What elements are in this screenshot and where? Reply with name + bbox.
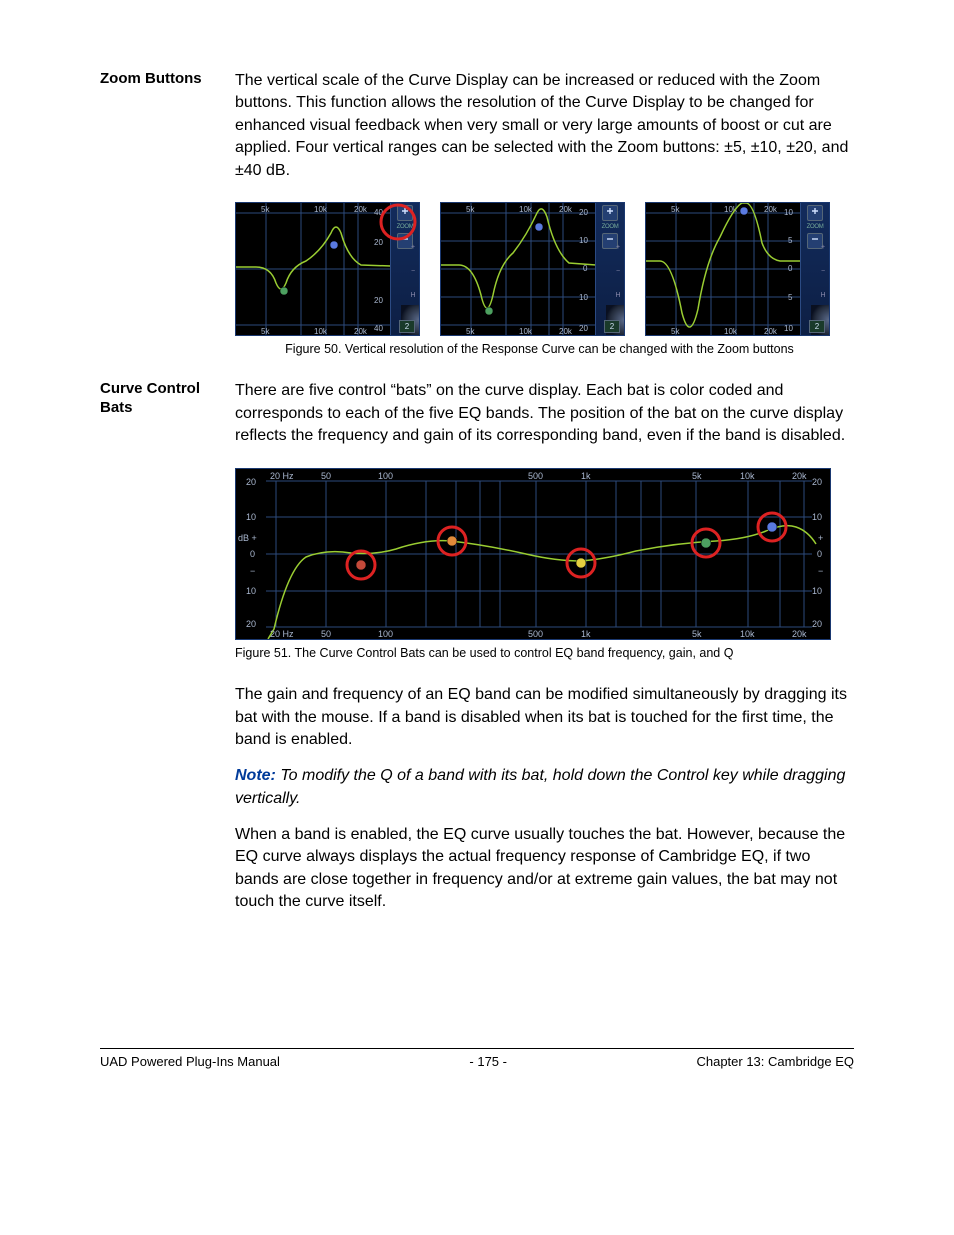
svg-text:20: 20: [246, 477, 256, 487]
svg-text:20: 20: [812, 477, 822, 487]
svg-text:20: 20: [812, 619, 822, 629]
scale-plus-icon: +: [411, 243, 415, 253]
para-bats-3: When a band is enabled, the EQ curve usu…: [235, 824, 854, 914]
bat-band-1[interactable]: [347, 551, 375, 579]
footer-manual-title: UAD Powered Plug-Ins Manual: [100, 1053, 280, 1071]
svg-text:1k: 1k: [581, 471, 591, 481]
para-zoom: The vertical scale of the Curve Display …: [235, 70, 854, 182]
zoom-panel-40db: 5k 10k 20k 5k 10k 20k 40 20 20 40 ZOO: [235, 202, 420, 336]
svg-text:10: 10: [246, 512, 256, 522]
scale-h-label: H: [410, 291, 415, 301]
footer-divider: [100, 1048, 854, 1049]
svg-text:500: 500: [528, 471, 543, 481]
svg-text:10: 10: [812, 512, 822, 522]
svg-text:5k: 5k: [466, 327, 475, 335]
svg-text:5: 5: [788, 293, 793, 302]
svg-text:10k: 10k: [314, 205, 328, 214]
footer-page-number: - 175 -: [469, 1053, 507, 1071]
svg-text:10: 10: [579, 236, 588, 245]
svg-text:5k: 5k: [671, 327, 680, 335]
figure-50-caption: Figure 50. Vertical resolution of the Re…: [225, 341, 854, 359]
zoom-in-button[interactable]: [397, 205, 413, 221]
svg-text:100: 100: [378, 629, 393, 639]
svg-text:10k: 10k: [724, 327, 738, 335]
para-bats-1: There are five control “bats” on the cur…: [235, 380, 854, 447]
svg-text:20: 20: [579, 208, 588, 217]
svg-text:20k: 20k: [354, 327, 368, 335]
figure-50: 5k 10k 20k 5k 10k 20k 40 20 20 40 ZOO: [235, 202, 854, 359]
zoom-sidebar: ZOOM + − H 2: [390, 203, 419, 335]
zoom-in-button[interactable]: [602, 205, 618, 221]
svg-text:20: 20: [246, 619, 256, 629]
svg-text:20k: 20k: [354, 205, 368, 214]
figure-51-caption: Figure 51. The Curve Control Bats can be…: [235, 645, 854, 663]
zoom-label: ZOOM: [391, 223, 419, 231]
para-bats-2: The gain and frequency of an EQ band can…: [235, 684, 854, 751]
heading-curve-control-bats: Curve Control Bats: [100, 380, 235, 418]
svg-text:20k: 20k: [764, 205, 778, 214]
zoom-panel-20db: 5k10k20k 5k10k20k 20 10 0 10 20 ZOOM +−H: [440, 202, 625, 336]
note-q-modifier: Note: To modify the Q of a band with its…: [235, 765, 854, 810]
svg-text:20k: 20k: [792, 471, 807, 481]
svg-text:5k: 5k: [671, 205, 680, 214]
svg-text:40: 40: [374, 324, 383, 333]
svg-text:10: 10: [812, 586, 822, 596]
svg-text:20 Hz: 20 Hz: [270, 471, 294, 481]
svg-text:20: 20: [579, 324, 588, 333]
svg-text:5k: 5k: [261, 205, 270, 214]
note-label: Note:: [235, 767, 276, 784]
svg-text:10k: 10k: [519, 205, 533, 214]
svg-text:0: 0: [250, 549, 255, 559]
svg-text:20k: 20k: [559, 205, 573, 214]
svg-text:10k: 10k: [314, 327, 328, 335]
svg-text:20: 20: [374, 238, 383, 247]
svg-text:40: 40: [374, 208, 383, 217]
svg-text:10k: 10k: [740, 629, 755, 639]
svg-text:20k: 20k: [792, 629, 807, 639]
svg-text:20k: 20k: [764, 327, 778, 335]
svg-text:5k: 5k: [692, 629, 702, 639]
svg-text:500: 500: [528, 629, 543, 639]
svg-text:10: 10: [579, 293, 588, 302]
svg-text:0: 0: [583, 264, 588, 273]
bat-band-3[interactable]: [567, 549, 595, 577]
svg-text:5: 5: [788, 236, 793, 245]
svg-text:−: −: [250, 566, 255, 576]
svg-text:20 Hz: 20 Hz: [270, 629, 294, 639]
footer-chapter: Chapter 13: Cambridge EQ: [696, 1053, 854, 1071]
svg-text:50: 50: [321, 471, 331, 481]
note-body: To modify the Q of a band with its bat, …: [235, 767, 845, 806]
svg-text:5k: 5k: [692, 471, 702, 481]
svg-text:10: 10: [784, 208, 793, 217]
svg-text:5k: 5k: [466, 205, 475, 214]
svg-text:+: +: [818, 533, 823, 543]
figure-51: 20 10 dB + 0 − 10 20 20 10 +0 − 10 20 20 Hz 5…: [235, 468, 854, 663]
svg-text:50: 50: [321, 629, 331, 639]
zoom-in-button[interactable]: [807, 205, 823, 221]
zoom-panel-10db: 5k10k20k 5k10k20k 10 5 0 5 10 ZOOM +−H 2: [645, 202, 830, 336]
svg-text:10: 10: [246, 586, 256, 596]
svg-text:20: 20: [374, 296, 383, 305]
svg-text:100: 100: [378, 471, 393, 481]
svg-text:5k: 5k: [261, 327, 270, 335]
svg-text:1k: 1k: [581, 629, 591, 639]
svg-text:10: 10: [784, 324, 793, 333]
svg-text:10k: 10k: [740, 471, 755, 481]
scale-minus-icon: −: [411, 267, 415, 277]
heading-zoom-buttons: Zoom Buttons: [100, 70, 235, 89]
svg-text:10k: 10k: [519, 327, 533, 335]
svg-text:20k: 20k: [559, 327, 573, 335]
svg-text:−: −: [818, 566, 823, 576]
svg-text:0: 0: [788, 264, 793, 273]
preset-indicator: 2: [399, 320, 415, 333]
svg-text:dB +: dB +: [238, 533, 257, 543]
svg-text:0: 0: [817, 549, 822, 559]
